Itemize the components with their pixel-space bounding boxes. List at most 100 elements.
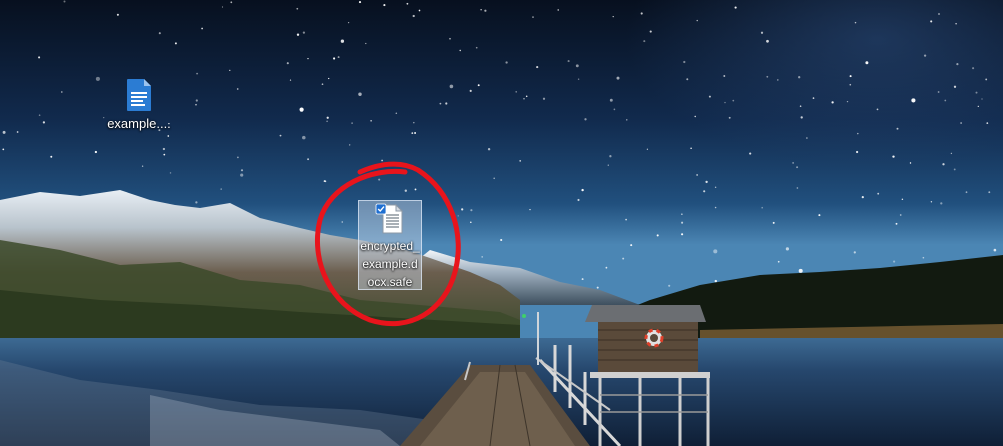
desktop-icon-label: example.... xyxy=(107,116,171,131)
star xyxy=(681,233,684,236)
star xyxy=(449,84,454,89)
star xyxy=(286,62,289,65)
star xyxy=(445,102,448,105)
star xyxy=(470,209,473,212)
star xyxy=(321,83,324,86)
star xyxy=(340,39,345,43)
star xyxy=(557,9,559,11)
star xyxy=(577,198,580,202)
star xyxy=(643,40,646,43)
star xyxy=(201,27,203,30)
star xyxy=(456,252,459,254)
star xyxy=(461,208,464,211)
star xyxy=(728,116,731,119)
star xyxy=(351,122,353,124)
star xyxy=(723,75,726,77)
star xyxy=(324,180,327,183)
star xyxy=(892,155,895,158)
star xyxy=(724,101,726,104)
star xyxy=(116,13,119,16)
star xyxy=(358,92,362,96)
star xyxy=(713,249,718,254)
star xyxy=(480,9,482,11)
star xyxy=(714,186,717,189)
star xyxy=(289,79,292,81)
star xyxy=(605,266,608,269)
desktop-icon-encrypted-example[interactable]: encrypted_example.docx.safe xyxy=(358,200,422,290)
star xyxy=(383,4,386,7)
star xyxy=(196,72,199,75)
selection-checkbox-icon xyxy=(375,203,387,215)
star xyxy=(481,256,484,258)
star xyxy=(705,180,708,184)
star xyxy=(668,284,671,287)
star xyxy=(896,127,899,130)
star xyxy=(439,102,442,105)
star xyxy=(708,95,711,98)
star xyxy=(930,201,933,203)
star xyxy=(796,187,799,189)
star xyxy=(413,121,415,124)
star xyxy=(893,260,896,263)
desktop[interactable]: example.... encrypted_example.docx.safe xyxy=(0,0,1003,446)
star xyxy=(326,120,328,123)
star xyxy=(296,7,299,10)
star xyxy=(656,234,659,237)
star xyxy=(459,49,461,52)
star xyxy=(364,174,367,177)
star xyxy=(806,137,808,139)
desktop-icon-label: encrypted_example.docx.safe xyxy=(360,239,420,289)
star xyxy=(16,131,19,133)
star xyxy=(581,278,584,281)
star xyxy=(328,77,330,80)
star xyxy=(854,21,857,24)
star xyxy=(855,150,859,154)
star xyxy=(42,121,46,124)
star xyxy=(799,105,802,107)
star xyxy=(174,42,177,45)
star xyxy=(694,115,696,118)
star xyxy=(686,78,689,81)
star xyxy=(414,188,417,191)
star xyxy=(347,21,350,24)
star xyxy=(484,9,487,12)
star xyxy=(616,76,620,80)
star xyxy=(307,158,310,161)
star xyxy=(515,91,517,93)
star xyxy=(220,188,222,190)
star xyxy=(950,152,953,155)
star xyxy=(38,56,41,59)
star xyxy=(296,33,300,36)
star xyxy=(532,16,534,18)
star xyxy=(404,189,407,192)
star xyxy=(613,108,616,111)
star xyxy=(162,147,166,151)
desktop-icon-example-docx[interactable]: example.... xyxy=(94,78,184,133)
star xyxy=(529,208,531,211)
star xyxy=(307,57,309,60)
star xyxy=(94,150,98,154)
star xyxy=(236,88,239,90)
star xyxy=(584,118,587,121)
star xyxy=(956,63,959,66)
star xyxy=(626,119,628,121)
star xyxy=(567,60,570,63)
star xyxy=(690,147,692,150)
star xyxy=(937,12,941,16)
star xyxy=(575,64,579,68)
star xyxy=(857,132,859,135)
star xyxy=(395,112,398,114)
star xyxy=(449,37,451,40)
star xyxy=(365,42,367,45)
star xyxy=(960,122,962,124)
star xyxy=(333,57,336,60)
star xyxy=(776,79,779,81)
star xyxy=(975,91,978,94)
star xyxy=(777,260,780,263)
star xyxy=(167,135,170,137)
star xyxy=(609,155,612,158)
star xyxy=(944,99,947,102)
star xyxy=(734,6,737,9)
star xyxy=(640,12,643,15)
star xyxy=(457,215,459,217)
